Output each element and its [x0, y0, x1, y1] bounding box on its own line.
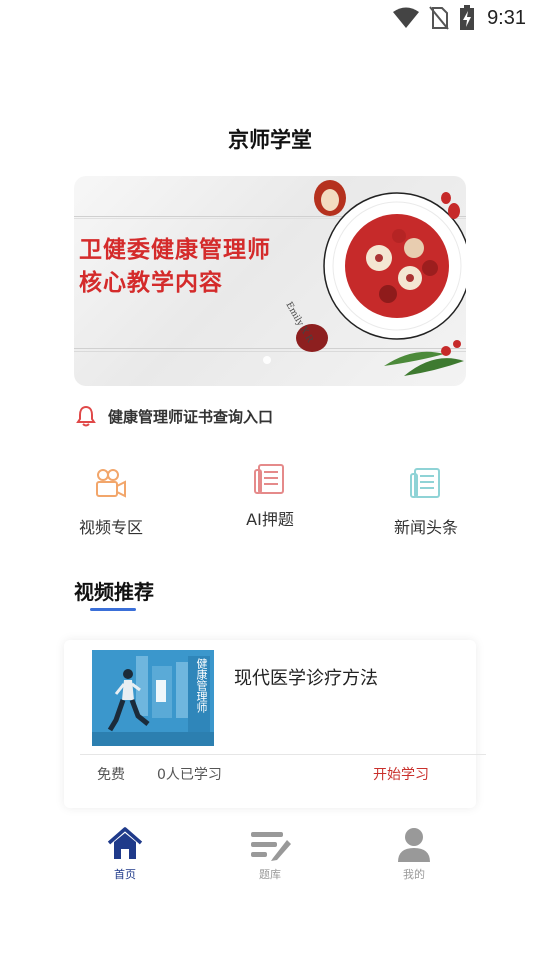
carousel-dot — [263, 356, 271, 364]
card-divider — [80, 754, 486, 755]
status-bar: 9:31 — [0, 0, 540, 36]
nav-home[interactable]: 首页 — [85, 826, 165, 882]
nav-label: 首页 — [114, 868, 136, 881]
banner-line-2: 核心教学内容 — [79, 270, 223, 296]
menu-label: AI押题 — [246, 510, 294, 529]
video-camera-icon — [96, 469, 126, 498]
newspaper-icon — [410, 468, 440, 498]
home-icon — [107, 827, 143, 859]
notice-text: 健康管理师证书查询入口 — [108, 407, 274, 426]
menu-ai-predict[interactable]: AI押题 — [210, 464, 330, 530]
certificate-query-link[interactable]: 健康管理师证书查询入口 — [76, 404, 273, 428]
battery-charging-icon — [460, 5, 475, 30]
nav-profile[interactable]: 我的 — [374, 826, 454, 882]
nav-question-bank[interactable]: 题库 — [230, 826, 310, 882]
bell-icon — [76, 405, 96, 427]
section-underline — [90, 608, 136, 611]
course-title: 现代医学诊疗方法 — [234, 668, 378, 689]
course-card[interactable]: 健康管理师 现代医学诊疗方法 免费 0人已学习 开始学习 — [64, 640, 486, 808]
status-time: 9:31 — [487, 6, 526, 29]
profile-icon — [398, 828, 430, 862]
document-icon — [254, 464, 284, 494]
thumbnail-label: 健康管理师 — [195, 658, 208, 713]
nav-label: 我的 — [403, 868, 425, 881]
status-icons: 9:31 — [393, 4, 526, 32]
section-title: 视频推荐 — [74, 580, 154, 604]
banner-headline: 卫健委健康管理师 核心教学内容 — [79, 234, 271, 300]
page-title: 京师学堂 — [228, 128, 312, 152]
banner-carousel[interactable]: Emily X R 卫健委健康管理师 核心教学内容 — [74, 176, 466, 386]
menu-label: 视频专区 — [78, 518, 143, 537]
banner-line-1: 卫健委健康管理师 — [79, 237, 271, 263]
bottom-nav: 首页 题库 我的 — [0, 826, 540, 886]
carousel-indicator — [263, 356, 271, 364]
menu-label: 新闻头条 — [393, 518, 458, 537]
question-bank-icon — [251, 832, 291, 861]
menu-news[interactable]: 新闻头条 — [366, 466, 486, 538]
no-sim-icon — [429, 6, 449, 30]
learner-count: 0人已学习 — [157, 767, 222, 783]
nav-label: 题库 — [259, 868, 281, 881]
start-learning-button[interactable]: 开始学习 — [373, 764, 429, 784]
price-label: 免费 — [97, 767, 125, 783]
course-thumbnail: 健康管理师 — [92, 650, 214, 746]
wifi-icon — [393, 7, 420, 28]
menu-video-zone[interactable]: 视频专区 — [51, 466, 171, 538]
